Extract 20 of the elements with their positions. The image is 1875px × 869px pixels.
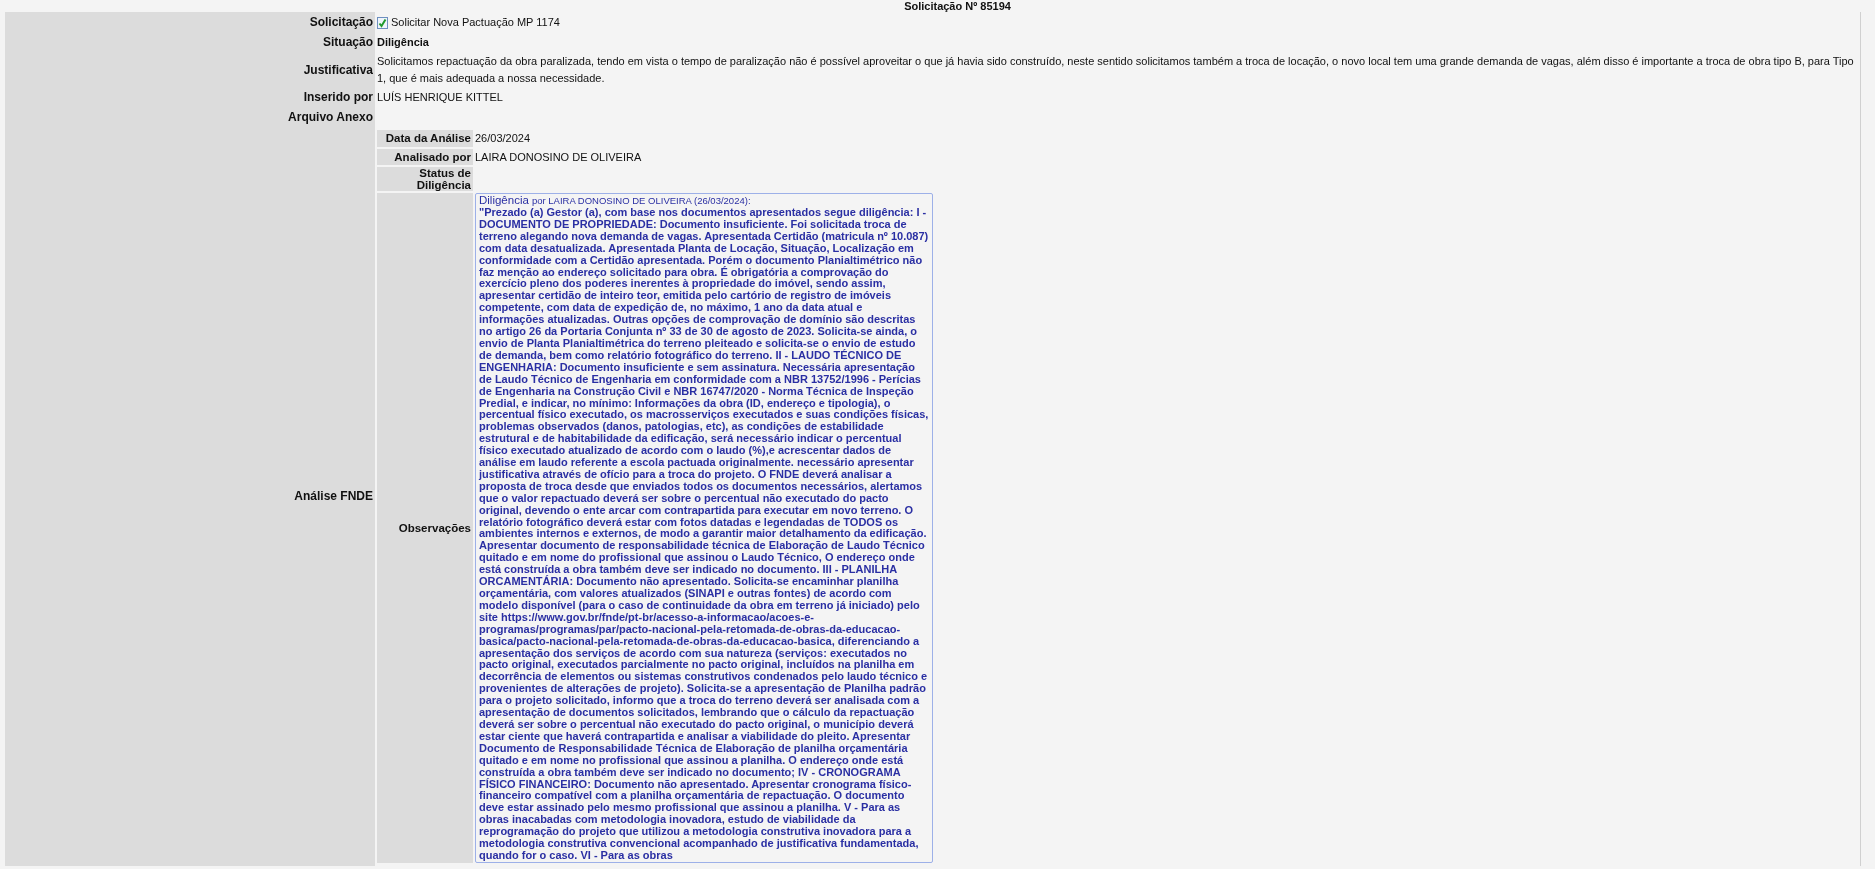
note-text: "Prezado (a) Gestor (a), com base nos documentos apresentados segue diligência: I - DOCUMENTO DE PROPRIEDADE: Documento insuficiente. Foi solicitada troca de terreno alegando nova demanda de vagas. Apresentada Certidão (matricula nº 10.087) com data desatualizada. Apresentada Planta de Locação, Situação, Localização em conformidade com a Certidão apresentada. Porém o documento Planialtimétrico não faz menção ao endereço solicitado para obra. É obrigatória a comprovação do exercício pleno dos poderes inerentes à propriedade do imóvel, sendo assim, apresentar certidão de inteiro teor, emitida pelo cartório de registro de imóveis competente, com data de expedição de, no máximo, 1 ano da data atual e informações atualizadas. Outras opções de comprovação de domínio são descritas no artigo 26 da Portaria Conjunta nº 33 de 30 de agosto de 2023. Solicita-se ainda, o envio de Planta Planialtimétrica do terreno pleiteado e solicita-se o envio de estudo de demanda, bem como relatório fotográfico do terreno. II - LAUDO TÉCNICO DE ENGENHARIA: Documento insuficiente e sem assinatura. Necessária apresentação de Laudo Técnico de Engenharia em conformidade com a NBR 13752/1996 - Perícias de Engenharia na Construção Civil e NBR 16747/2020 - Norma Técnica de Inspeção Predial, e indicar, no mínimo: Informações da obra (ID, endereço e tipologia), o percentual físico executado, os macrosserviços executados e suas condições físicas, problemas observados (danos, patologias, etc), as condições de estabilidade estrutural e de habitabilidade da edificação, será necessário indicar o percentual físico executado atualizado de acordo com o laudo (%),e acrescentar dados de análise em laudo referente a escola pactuada originalmente. necessário apresentar justificativa através de ofício para a troca do projeto. O FNDE deverá analisar a proposta de troca desde que enviados todos os documentos necessários, alertamos que o valor repactuado deverá ser sobre o percentual não executado do pacto original, devendo o ente arcar com contrapartida para executar em novo terreno. O relatório fotográfico deverá estar com fotos datadas e legendadas de TODOS os ambientes internos e externos, de modo a garantir maior detalhamento da edificação. Apresentar documento de responsabilidade técnica de Elaboração de Laudo Técnico quitado e em nome do profissional que assinou o Laudo Técnico, O endereço onde está construída a obra também deve ser indicado no documento. III - PLANILHA ORCAMENTÁRIA: Documento não apresentado. Solicita-se encaminhar planilha orçamentária, com valores atualizados (SINAPI e outras fontes) de acordo com modelo disponível (para o caso de continuidade da obra em terreno já iniciado) pelo site https://www.gov.br/fnde/pt-br/acesso-a-informacao/acoes-e-programas/programas/par/pacto-nacional-pela-retomada-de-obras-da-educacao-basica/pacto-nacional-pela-retomada-de-obras-da-educacao-basica, diferenciando a apresentação dos serviços de acordo com sua natureza (serviços: executados no pacto original, executados parcialmente no pacto original, incluídos na planilha em decorrência de elementos ou sistemas construtivos condenados pelo laudo técnico e provenientes de alterações de projeto). Solicita-se a apresentação de Planilha padrão para o projeto solicitado, informo que a troca do terreno deverá ser analisada com a apresentação de documentos solicitados, lembrando que o cálculo da repactuação deverá ser sobre o percentual não executado do pacto original, o município deverá estar ciente que haverá contrapartida e analisar a viabilidade do pleito. Apresentar Documento de Responsabilidade Técnica de Elaboração de planilha orçamentária quitado e em nome no profissional que assinou a planilha. O endereço onde está construída a obra também deve ser indicado no documento; IV - CRONOGRAMA FÍSICO FINANCEIRO: Documento não apresentado. Apresentar cronograma físico-financeiro compatível com a planilha orçamentária de repactuação. O documento deve estar assinado pelo mesmo profissional que assinou a planilha. V - Para as obras inacabadas com metodologia inovadora, estudo de viabilidade da reprogramação do projeto que utilizou a metodologia construtiva inovadora para a metodologia construtiva convencional acompanhado de justificativa fundamentada, quando for o caso. VI - Para as obras [479,207,929,862]
field-label: Analisado por [377,148,473,165]
page-title: Solicitação Nº 85194 [903,0,1012,12]
field-label: Status de Diligência [377,167,473,191]
field-value: Diligência [377,35,429,48]
field-value: Solicitar Nova Pactuação MP 1174 [391,15,560,28]
field-label: Data da Análise [377,130,473,147]
note-title: Diligência [479,194,529,206]
field-value: 26/03/2024 [475,132,531,144]
section-label: Análise FNDE [5,127,375,866]
field-value: LUÍS HENRIQUE KITTEL [377,90,503,103]
field-label: Arquivo Anexo [5,107,375,127]
field-label: Inserido por [5,87,375,107]
field-label: Observações [377,193,473,863]
note-byline: por LAIRA DONOSINO DE OLIVEIRA (26/03/2024): [531,195,751,206]
field-label: Justificativa [5,52,375,87]
field-value: Solicitamos repactuação da obra paralizada, tendo em vista o tempo de paralização não é possível aproveitar o que já havia sido construído, neste sentido solicitamos também a troca de locação, o novo local tem uma grande demanda de vagas, além disso é importante a troca de obra tipo B, para Tipo 1, que é mais adequada a nossa necessidade. [377,55,1854,84]
field-label: Solicitação [5,12,375,32]
field-label: Situação [5,32,375,52]
field-value: LAIRA DONOSINO DE OLIVEIRA [475,150,642,163]
